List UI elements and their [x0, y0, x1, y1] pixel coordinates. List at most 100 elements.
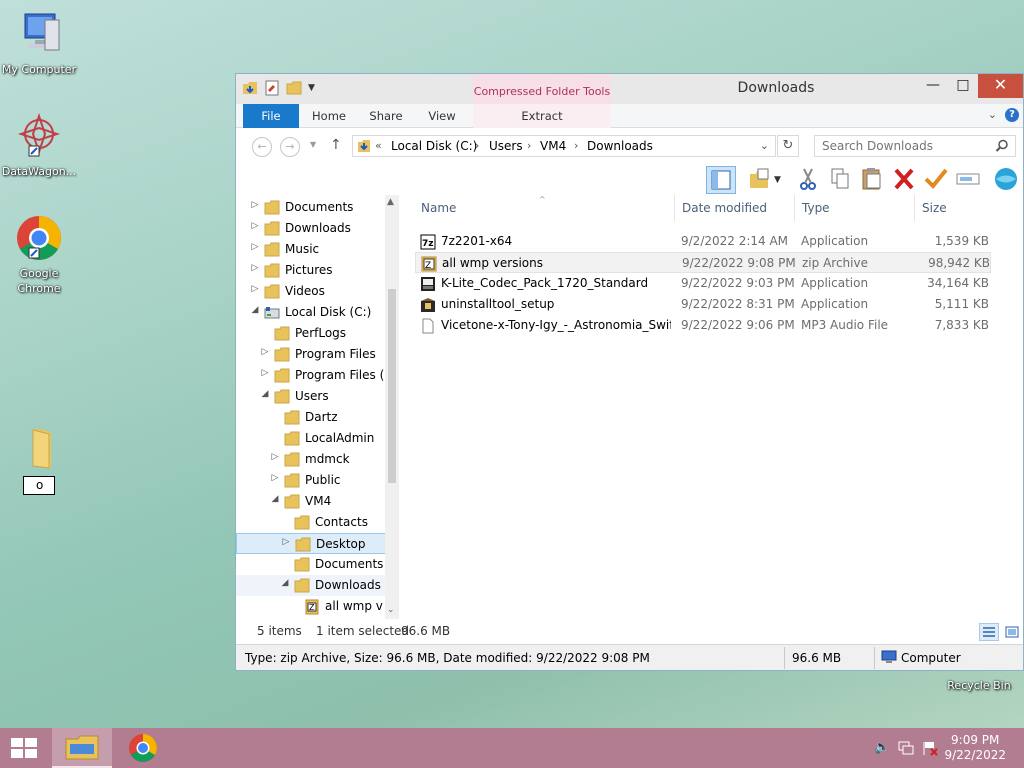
breadcrumb-vm4[interactable]: VM4: [540, 139, 566, 153]
minimize-button[interactable]: —: [918, 74, 948, 98]
tab-file[interactable]: File: [243, 104, 299, 128]
chevron-down-icon[interactable]: ▼: [774, 166, 788, 194]
expand-icon[interactable]: ▷: [270, 473, 280, 483]
desktop-icon-new-folder[interactable]: o: [0, 424, 78, 495]
large-icons-view-button[interactable]: [1002, 623, 1022, 641]
collapse-icon[interactable]: ◢: [260, 389, 270, 399]
start-button[interactable]: [10, 737, 38, 759]
tree-item[interactable]: ▷ mdmck: [236, 449, 386, 470]
tree-item[interactable]: Documents: [236, 554, 386, 575]
search-box[interactable]: [814, 135, 1016, 157]
new-folder-icon[interactable]: [286, 80, 302, 96]
tree-item[interactable]: Contacts: [236, 512, 386, 533]
expand-icon[interactable]: ▷: [250, 284, 260, 294]
expand-icon[interactable]: ▷: [250, 221, 260, 231]
close-button[interactable]: ✕: [978, 74, 1023, 98]
tree-item[interactable]: ▷ Documents: [236, 197, 386, 218]
globe-icon[interactable]: [992, 166, 1022, 194]
tree-item[interactable]: ▷ Downloads: [236, 218, 386, 239]
paste-icon[interactable]: [858, 166, 888, 194]
expand-icon[interactable]: ▷: [250, 200, 260, 210]
column-separator[interactable]: [674, 195, 675, 221]
nav-pane-scrollbar[interactable]: ▲ ⌄: [385, 195, 399, 619]
breadcrumb-overflow[interactable]: «: [375, 139, 382, 152]
breadcrumb-separator[interactable]: ›: [574, 139, 578, 152]
file-row[interactable]: K-Lite_Codec_Pack_1720_Standard 9/22/2022…: [415, 273, 991, 294]
column-separator[interactable]: [914, 195, 915, 221]
network-icon[interactable]: [898, 740, 914, 759]
compressed-folder-tools-tab[interactable]: Compressed Folder Tools: [473, 74, 611, 104]
tab-view[interactable]: View: [418, 104, 466, 128]
delete-icon[interactable]: [890, 166, 920, 194]
collapse-icon[interactable]: ◢: [250, 305, 260, 315]
taskbar-file-explorer[interactable]: [52, 728, 112, 768]
tree-item[interactable]: ◢ VM4: [236, 491, 386, 512]
rename-field[interactable]: o: [23, 476, 55, 495]
tree-item[interactable]: ▷ Desktop: [236, 533, 386, 554]
collapse-icon[interactable]: ◢: [280, 578, 290, 588]
tree-item[interactable]: ◢ Local Disk (C:): [236, 302, 386, 323]
desktop-icon-datawagon[interactable]: DataWagon...: [0, 112, 78, 179]
expand-icon[interactable]: ▷: [270, 452, 280, 462]
column-header-type[interactable]: Type: [802, 201, 830, 215]
desktop-icon-google-chrome[interactable]: Google Chrome: [0, 214, 78, 296]
system-clock[interactable]: 9:09 PM 9/22/2022: [944, 733, 1006, 763]
file-row[interactable]: 7z 7z2201-x64 9/2/2022 2:14 AM Application 1…: [415, 231, 991, 252]
tree-item[interactable]: Zall wmp v: [236, 596, 386, 617]
tree-item[interactable]: ◢ Users: [236, 386, 386, 407]
breadcrumb-downloads[interactable]: Downloads: [587, 139, 653, 153]
tree-item[interactable]: LocalAdmin: [236, 428, 386, 449]
back-button[interactable]: ←: [252, 137, 272, 157]
file-row[interactable]: Zall wmp versions 9/22/2022 9:08 PM zip Ar…: [415, 252, 991, 273]
breadcrumb-separator[interactable]: ›: [527, 139, 531, 152]
tree-item[interactable]: ▷ Program Files: [236, 344, 386, 365]
move-to-folder-icon[interactable]: [746, 166, 776, 194]
expand-icon[interactable]: ▷: [281, 537, 291, 547]
scroll-down-icon[interactable]: ⌄: [387, 605, 395, 615]
navigation-pane[interactable]: ▷ Documents ▷ Downloads ▷ Music ▷ Pictures ▷ Vide…: [236, 195, 400, 619]
file-row[interactable]: uninstalltool_setup 9/22/2022 8:31 PM Appl…: [415, 294, 991, 315]
copy-icon[interactable]: [826, 166, 856, 194]
scroll-up-icon[interactable]: ▲: [387, 197, 394, 207]
tree-item[interactable]: ▷ Program Files (: [236, 365, 386, 386]
chevron-down-icon[interactable]: ⌄: [760, 139, 769, 152]
checkmark-icon[interactable]: [922, 166, 952, 194]
folder-down-icon[interactable]: [242, 80, 258, 96]
expand-icon[interactable]: ▷: [260, 368, 270, 378]
address-bar[interactable]: « Local Disk (C:) › Users › VM4 › Downlo…: [352, 135, 776, 157]
action-center-flag-icon[interactable]: [922, 740, 938, 759]
expand-icon[interactable]: ▷: [260, 347, 270, 357]
column-header-size[interactable]: Size: [922, 201, 947, 215]
file-row[interactable]: Vicetone-x-Tony-Igy_-_Astronomia_Swift..…: [415, 315, 991, 336]
search-input[interactable]: [815, 136, 995, 156]
properties-icon[interactable]: [264, 80, 280, 96]
tab-share[interactable]: Share: [362, 104, 410, 128]
desktop-icon-my-computer[interactable]: My Computer: [0, 10, 78, 77]
tree-item[interactable]: ◢ Downloads: [236, 575, 386, 596]
volume-icon[interactable]: 🔈: [874, 740, 890, 755]
scroll-thumb[interactable]: [388, 289, 396, 483]
help-icon[interactable]: ?: [1005, 108, 1019, 122]
column-header-name[interactable]: Name: [421, 201, 456, 215]
expand-icon[interactable]: ▷: [250, 242, 260, 252]
up-arrow-icon[interactable]: ↑: [330, 137, 342, 153]
tree-item[interactable]: Dartz: [236, 407, 386, 428]
preview-pane-button[interactable]: [706, 166, 736, 194]
tab-extract[interactable]: Extract: [473, 104, 611, 128]
title-bar[interactable]: ▼ Compressed Folder Tools Downloads — □ …: [236, 74, 1023, 104]
maximize-button[interactable]: □: [948, 74, 978, 98]
file-list-pane[interactable]: ^ Name Date modified Type Size 7z 7z2201-…: [401, 195, 1023, 619]
chevron-down-icon[interactable]: ⌄: [988, 108, 997, 121]
tree-item[interactable]: ▷ Pictures: [236, 260, 386, 281]
breadcrumb-local-disk[interactable]: Local Disk (C:): [391, 139, 477, 153]
collapse-icon[interactable]: ◢: [270, 494, 280, 504]
details-view-button[interactable]: [979, 623, 999, 641]
recent-locations-icon[interactable]: ▼: [310, 140, 316, 149]
rename-icon[interactable]: [954, 166, 984, 194]
column-header-date-modified[interactable]: Date modified: [682, 201, 767, 215]
forward-button[interactable]: →: [280, 137, 300, 157]
cut-icon[interactable]: [794, 166, 824, 194]
breadcrumb-separator[interactable]: ›: [475, 139, 479, 152]
tree-item[interactable]: ▷ Music: [236, 239, 386, 260]
tree-item[interactable]: ▷ Public: [236, 470, 386, 491]
